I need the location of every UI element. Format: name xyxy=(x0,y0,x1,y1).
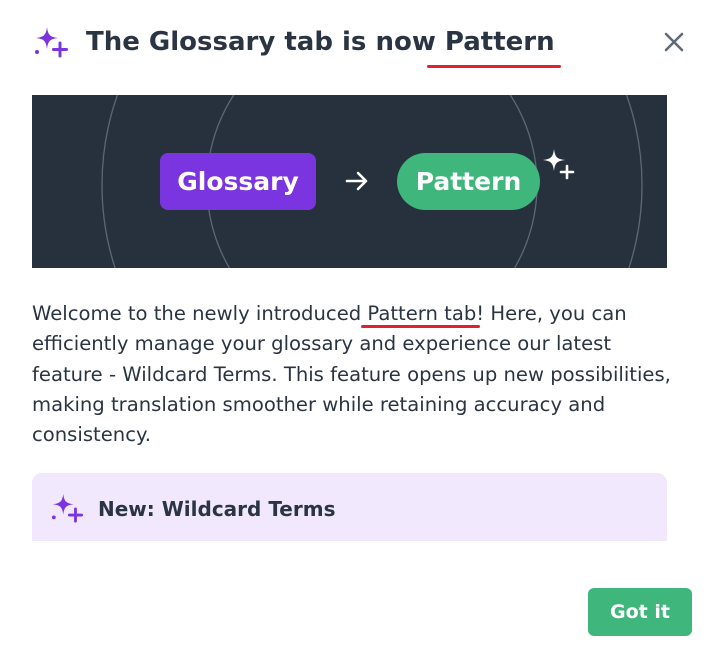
sparkles-icon xyxy=(35,27,68,58)
got-it-button[interactable]: Got it xyxy=(588,588,692,636)
sparkles-icon xyxy=(51,493,83,523)
description-highlight-wrap: Pattern tab xyxy=(361,299,481,329)
arrow-right-icon xyxy=(345,171,368,191)
description-start: Welcome to the newly introduced xyxy=(32,302,368,325)
banner-illustration: Glossary Pattern xyxy=(32,95,667,268)
wildcard-terms-callout: New: Wildcard Terms xyxy=(32,473,667,541)
sparkles-icon xyxy=(543,149,575,180)
highlight-underline xyxy=(426,65,561,68)
glossary-pill: Glossary xyxy=(160,153,316,210)
pattern-pill: Pattern xyxy=(397,153,540,210)
title-prefix: The Glossary tab is now xyxy=(86,27,445,57)
description-highlight: Pattern tab xyxy=(367,302,477,325)
title-highlight: Pattern xyxy=(444,27,555,57)
announcement-dialog: The Glossary tab is now Pattern Glossary… xyxy=(0,0,713,662)
title-highlight-wrap: Pattern xyxy=(426,23,561,68)
dialog-title: The Glossary tab is now Pattern xyxy=(86,23,561,68)
close-icon[interactable] xyxy=(660,28,688,56)
description-text: Welcome to the newly introduced Pattern … xyxy=(32,299,672,450)
highlight-underline xyxy=(361,325,481,329)
callout-title: New: Wildcard Terms xyxy=(98,497,336,521)
